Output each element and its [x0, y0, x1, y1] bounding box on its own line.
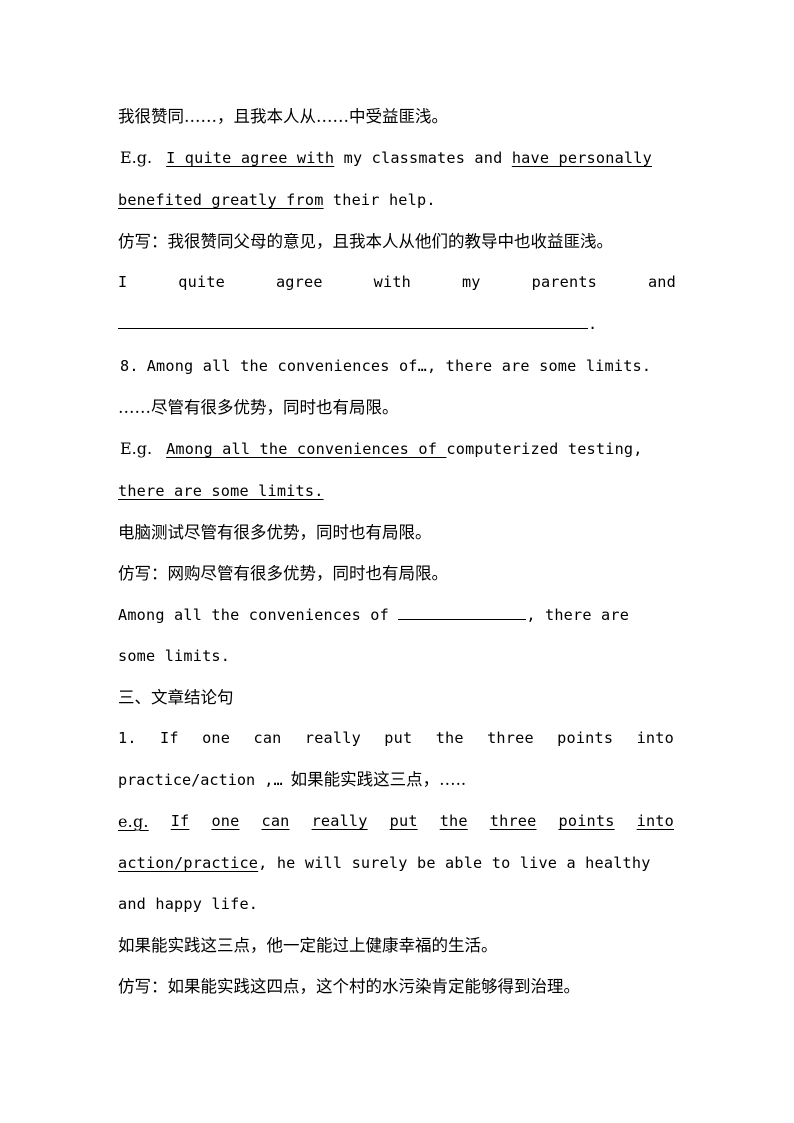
word: points [558, 812, 615, 830]
word: quite [178, 273, 226, 291]
word: really [304, 729, 361, 747]
example-label: E.g. [120, 148, 153, 167]
fill-in-line[interactable]: Among all the conveniences of , there ar… [118, 594, 678, 636]
answer-blank-trailing: . [588, 315, 598, 333]
item-number: 8. [120, 357, 139, 375]
fill-in-blank[interactable] [398, 605, 527, 620]
word: the [435, 729, 464, 747]
pattern-chinese-line: 我很赞同……，且我本人从……中受益匪浅。 [118, 107, 448, 126]
numbered-pattern-line: 1. If one can really put the three point… [118, 718, 678, 759]
exercise-prompt-line: 仿写：如果能实践这四点，这个村的水污染肯定能够得到治理。 [118, 977, 580, 996]
answer-words-line: I quite agree with my parents and [118, 262, 678, 303]
example-continuation-line: benefited greatly from their help. [118, 179, 678, 221]
example-label: E.g. [120, 439, 153, 458]
example-gloss-line: 如果能实践这三点，他一定能过上健康幸福的生活。 [118, 936, 498, 955]
word: can [253, 729, 282, 747]
example-continuation-line: action/practice, he will surely be able … [118, 842, 678, 884]
word: with [373, 273, 412, 291]
underlined-phrase: Among all the conveniences of [166, 440, 447, 458]
word: I [118, 273, 128, 291]
example-continuation-line: and happy life. [118, 895, 259, 913]
word: If [170, 812, 190, 830]
example-line: E.g. Among all the conveniences of comput… [118, 428, 678, 470]
numbered-pattern-line: 8. Among all the conveniences of…, there … [118, 345, 678, 387]
section-heading: 三、文章结论句 [118, 688, 234, 707]
document-page: 我很赞同……，且我本人从……中受益匪浅。 E.g. I quite agree w… [0, 0, 794, 1123]
underlined-phrase: benefited greatly from [118, 191, 324, 209]
underlined-phrase: action/practice [118, 854, 259, 872]
example-label: e.g. [118, 812, 149, 831]
word: three [487, 729, 534, 747]
example-text: computerized testing, [446, 440, 643, 458]
word: one [202, 729, 231, 747]
example-text: my classmates and [334, 149, 512, 167]
word: put [389, 812, 418, 830]
exercise-prompt-line: 仿写：我很赞同父母的意见，且我本人从他们的教导中也收益匪浅。 [118, 232, 613, 251]
word: and [647, 273, 676, 291]
example-line: e.g. If one can really put the three poi… [118, 801, 678, 842]
pattern-chinese: 如果能实践这三点，….. [290, 770, 467, 789]
word: one [211, 812, 240, 830]
word: three [489, 812, 537, 830]
example-text: their help. [323, 191, 436, 209]
underlined-phrase: there are some limits. [118, 482, 324, 500]
example-line: E.g. I quite agree with my classmates and… [118, 137, 678, 179]
word: into [636, 729, 674, 747]
example-text: , he will surely be able to live a healt… [258, 854, 651, 872]
answer-blank-rule[interactable] [118, 314, 588, 329]
fill-in-continuation-line: some limits. [118, 647, 231, 665]
pattern-text: Among all the conveniences of…, there ar… [146, 357, 652, 375]
word: my [461, 273, 481, 291]
fill-in-after: , there are [526, 606, 630, 624]
underlined-phrase: have personally [511, 149, 652, 167]
document-body: 我很赞同……，且我本人从……中受益匪浅。 E.g. I quite agree w… [118, 96, 678, 1007]
word: parents [531, 273, 598, 291]
justified-words: 1. If one can really put the three point… [118, 718, 674, 759]
word: points [557, 729, 614, 747]
word: the [439, 812, 468, 830]
pattern-gloss-line: ……尽管有很多优势，同时也有局限。 [118, 398, 399, 417]
justified-underlined-words: e.g. If one can really put the three poi… [118, 801, 674, 842]
word: agree [275, 273, 323, 291]
example-gloss-line: 电脑测试尽管有很多优势，同时也有局限。 [118, 523, 432, 542]
word: If [160, 729, 179, 747]
fill-in-before: Among all the conveniences of [118, 606, 399, 624]
answer-blank-line[interactable]: . [118, 303, 678, 345]
word: put [384, 729, 413, 747]
word: can [261, 812, 290, 830]
pattern-english: practice/action ,… [118, 771, 283, 789]
exercise-prompt-line: 仿写：网购尽管有很多优势，同时也有局限。 [118, 564, 448, 583]
item-number: 1. [118, 729, 137, 747]
word: really [311, 812, 368, 830]
pattern-mixed-line: practice/action ,… 如果能实践这三点，….. [118, 759, 678, 801]
example-continuation-line: there are some limits. [118, 470, 678, 512]
justified-words: I quite agree with my parents and [118, 262, 676, 303]
word: into [636, 812, 674, 830]
underlined-phrase: I quite agree with [166, 149, 335, 167]
